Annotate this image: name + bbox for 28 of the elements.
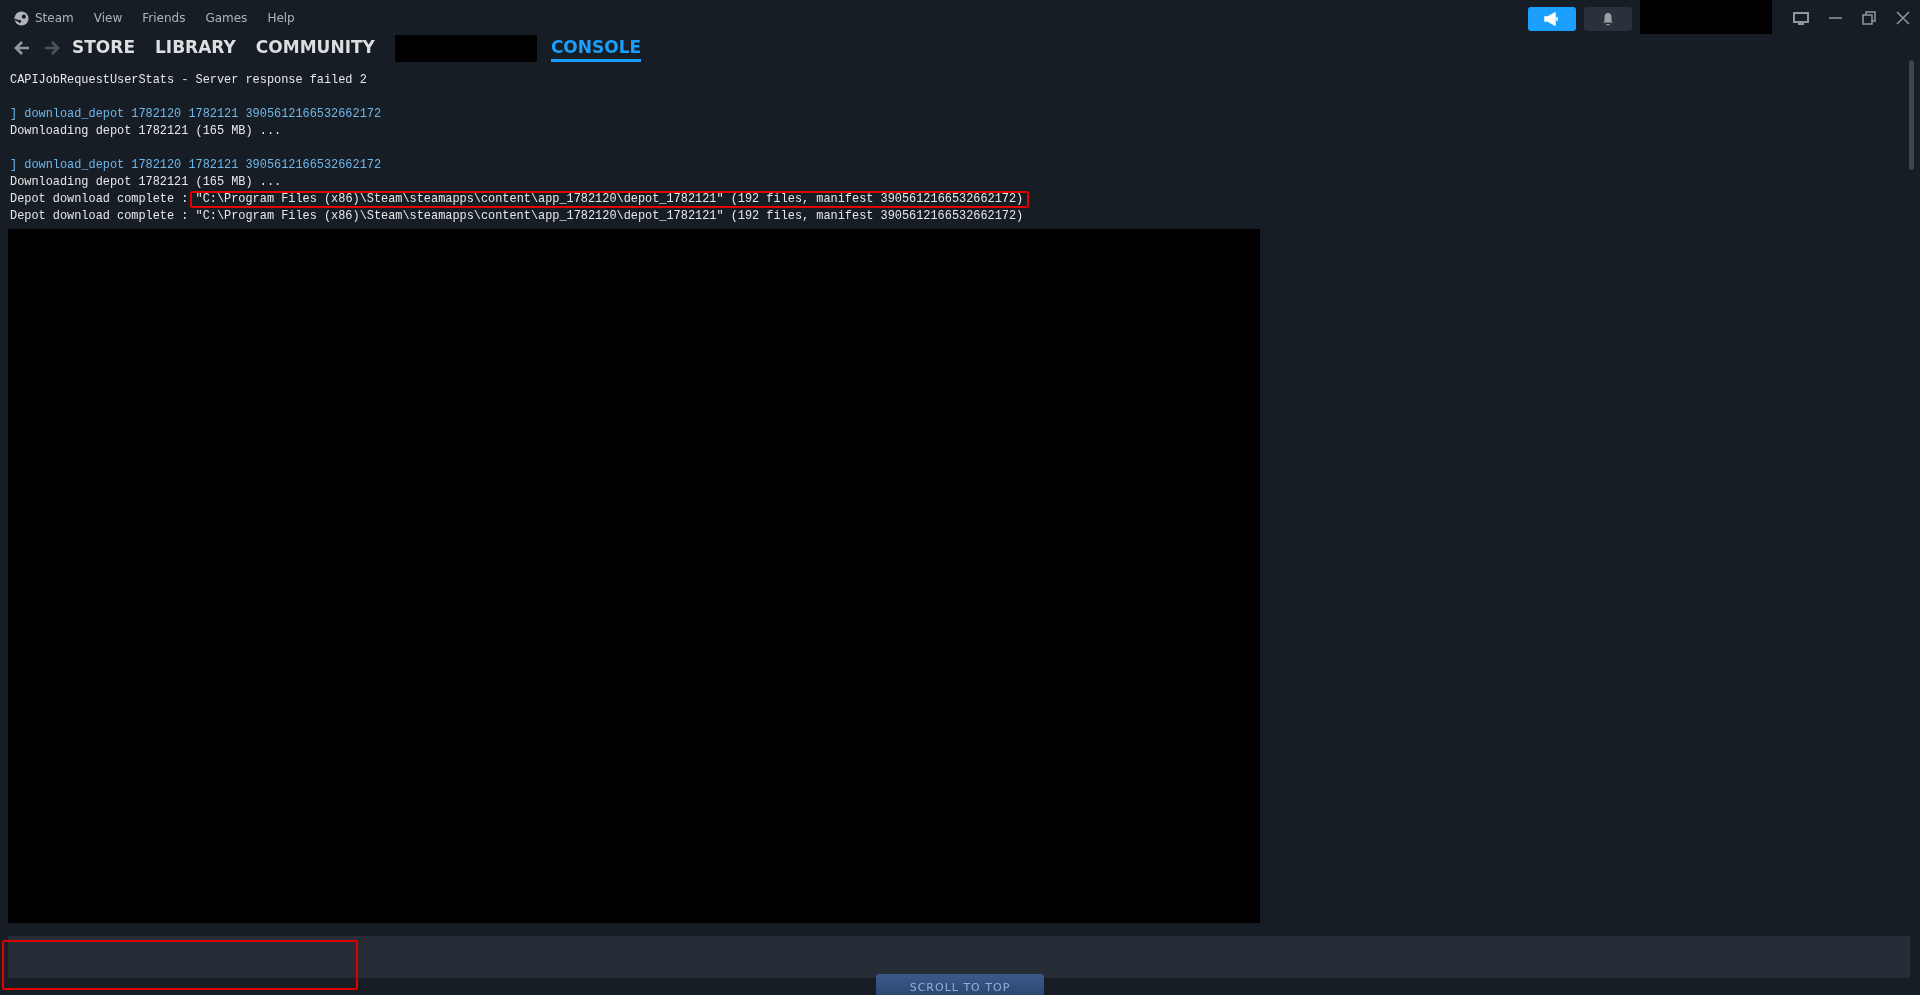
monitor-icon[interactable] — [1792, 9, 1810, 27]
nav-tab[interactable]: STORE — [72, 34, 135, 62]
bell-icon — [1602, 12, 1614, 26]
highlighted-path-text: "C:\Program Files (x86)\Steam\steamapps\content\app_1782120\depot_1782121" (192 files, manifest 3905612166532662172) — [189, 191, 1030, 208]
console-command-line: ] download_depot 1782120 1782121 3905612166532662172 — [10, 106, 383, 123]
close-icon[interactable] — [1894, 9, 1912, 27]
console-input-field[interactable] — [8, 936, 1910, 978]
steam-logo-icon — [14, 10, 29, 26]
console-output-line: CAPIJobRequestUserStats - Server response failed 2 — [10, 72, 368, 89]
console-output-line: Downloading depot 1782121 (165 MB) ... — [10, 123, 283, 140]
menu-item[interactable]: View — [83, 11, 133, 25]
menu-item[interactable]: Friends — [132, 11, 196, 25]
console-command-line: ] download_depot 1782120 1782121 3905612166532662172 — [10, 157, 383, 174]
console-output-line: Downloading depot 1782121 (165 MB) ... — [10, 174, 283, 191]
menu-item[interactable]: Steam — [25, 11, 84, 25]
console-line-text: Depot download complete : — [10, 191, 190, 208]
scrollbar-thumb[interactable] — [1909, 60, 1914, 170]
notifications-button[interactable] — [1584, 7, 1632, 31]
scroll-to-top-button[interactable]: SCROLL TO TOP — [876, 974, 1044, 995]
announcements-button[interactable] — [1528, 7, 1576, 31]
menu-item[interactable]: Help — [257, 11, 305, 25]
megaphone-icon — [1544, 12, 1560, 26]
nav-tab[interactable]: LIBRARY — [155, 34, 236, 62]
nav-tab[interactable]: COMMUNITY — [255, 34, 375, 62]
menu-item[interactable]: Games — [195, 11, 258, 25]
nav-tab[interactable]: CONSOLE — [550, 34, 642, 62]
console-output-line: Depot download complete : "C:\Program Files (x86)\Steam\steamapps\content\app_1782120\depot_1782121" (192 files, manifest 3905612166532662172) — [10, 208, 1025, 225]
restore-icon[interactable] — [1860, 9, 1878, 27]
